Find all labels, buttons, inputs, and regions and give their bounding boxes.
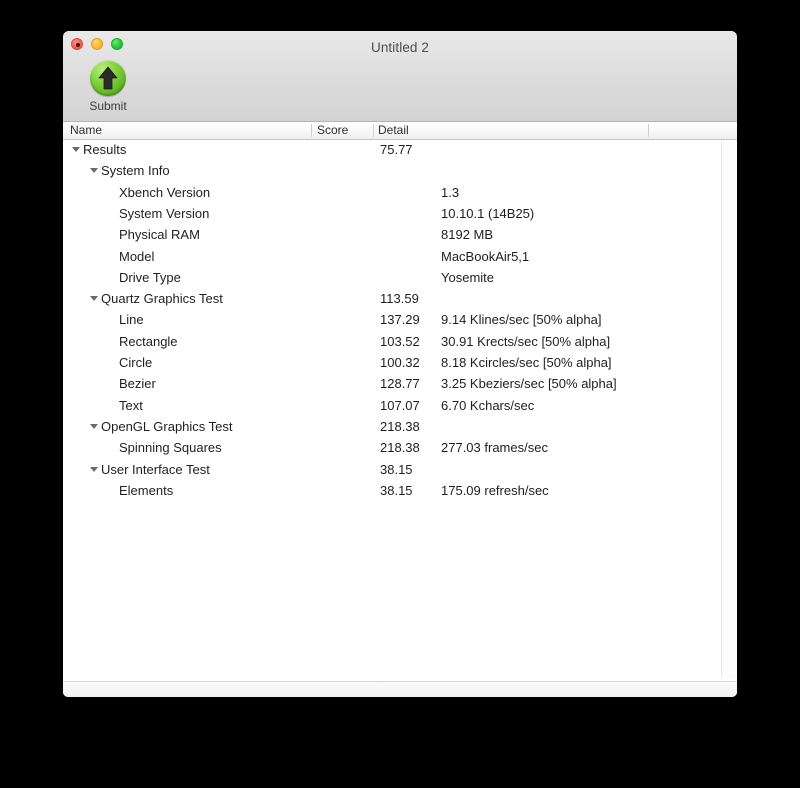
row-name-cell: Circle xyxy=(119,355,153,370)
row-name-cell: Xbench Version xyxy=(119,184,211,200)
row-score-cell: 137.29 xyxy=(380,312,420,328)
row-score-cell: 103.52 xyxy=(380,333,420,349)
vertical-scrollbar[interactable] xyxy=(721,140,737,678)
window-titlebar: Untitled 2 Submit xyxy=(63,31,737,122)
column-header-score[interactable]: Score xyxy=(317,123,348,137)
row-name-cell: Text xyxy=(119,397,143,413)
disclosure-triangle-icon[interactable] xyxy=(90,466,98,472)
row-detail-cell: 3.25 Kbeziers/sec [50% alpha] xyxy=(441,376,617,392)
row-name-cell: Quartz Graphics Test xyxy=(101,291,223,307)
row-detail-cell: 1.3 xyxy=(441,184,460,200)
row-score-cell: 38.15 xyxy=(380,482,413,498)
table-column-header: Name Score Detail xyxy=(63,122,737,140)
row-name-cell: Rectangle xyxy=(119,333,178,349)
row-name-cell: Model xyxy=(119,248,155,264)
row-score-cell: 113.59 xyxy=(380,291,419,307)
row-detail-cell: 30.91 Krects/sec [50% alpha] xyxy=(441,333,611,349)
row-detail-cell: 6.70 Kchars/sec xyxy=(441,397,535,413)
row-name-cell: Physical RAM xyxy=(119,227,200,243)
table-row[interactable]: Model MacBookAir5,1 xyxy=(63,247,721,268)
table-row[interactable]: System Version 10.10.1 (14B25) xyxy=(63,204,721,225)
column-header-name[interactable]: Name xyxy=(70,123,102,137)
table-row[interactable]: Physical RAM 8192 MB xyxy=(63,225,721,246)
window-title: Untitled 2 xyxy=(370,40,430,55)
green-up-arrow-icon xyxy=(90,60,126,96)
disclosure-triangle-icon[interactable] xyxy=(90,168,98,174)
table-row[interactable]: System Info xyxy=(63,161,721,182)
row-detail-cell: 277.03 frames/sec xyxy=(441,440,548,456)
row-score-cell: 100.32 xyxy=(380,355,420,370)
row-name-cell: Line xyxy=(119,312,144,328)
column-divider-1[interactable] xyxy=(311,124,312,137)
table-row[interactable]: Spinning Squares 218.38 277.03 frames/sec xyxy=(63,438,721,459)
row-name-cell: Bezier xyxy=(119,376,156,392)
row-name-cell: System Version xyxy=(119,205,210,221)
table-row[interactable]: Drive Type Yosemite xyxy=(63,268,721,289)
row-score-cell: 218.38 xyxy=(380,440,420,456)
row-name-cell: Elements xyxy=(119,482,174,498)
row-detail-cell: 8.18 Kcircles/sec [50% alpha] xyxy=(441,355,612,370)
column-divider-3[interactable] xyxy=(648,124,649,137)
table-row[interactable]: Elements 38.15 175.09 refresh/sec xyxy=(63,481,721,502)
row-name-cell: OpenGL Graphics Test xyxy=(101,418,233,434)
row-score-cell: 75.77 xyxy=(380,142,413,157)
table-row[interactable]: Results 75.77 xyxy=(63,140,721,161)
disclosure-triangle-icon[interactable] xyxy=(90,296,98,302)
row-detail-cell: 10.10.1 (14B25) xyxy=(441,205,535,221)
results-outline-list: Results 75.77 System Info Xbench Version 1.3… xyxy=(63,140,737,678)
table-row[interactable]: Bezier 128.77 3.25 Kbeziers/sec [50% alpha… xyxy=(63,374,721,395)
table-row[interactable]: Rectangle 103.52 30.91 Krects/sec [50% alp… xyxy=(63,332,721,353)
row-score-cell: 107.07 xyxy=(380,397,420,413)
table-row[interactable]: Circle 100.32 8.18 Kcircles/sec [50% alpha… xyxy=(63,353,721,374)
disclosure-triangle-icon[interactable] xyxy=(72,147,80,152)
row-detail-cell: 9.14 Klines/sec [50% alpha] xyxy=(441,312,602,328)
row-name-cell: User Interface Test xyxy=(101,461,210,477)
xbench-window: Untitled 2 Submit Name Score Detail Resu… xyxy=(63,31,737,697)
up-arrow-glyph xyxy=(98,66,118,90)
row-name-cell: Results xyxy=(83,142,127,157)
row-detail-cell: 175.09 refresh/sec xyxy=(441,482,549,498)
row-name-cell: Drive Type xyxy=(119,269,181,285)
row-score-cell: 38.15 xyxy=(380,461,413,477)
row-detail-cell: Yosemite xyxy=(441,269,494,285)
row-name-cell: Spinning Squares xyxy=(119,440,222,456)
row-detail-cell: MacBookAir5,1 xyxy=(441,248,530,264)
table-row[interactable]: Quartz Graphics Test 113.59 xyxy=(63,289,721,310)
disclosure-triangle-icon[interactable] xyxy=(90,423,98,429)
table-row[interactable]: Line 137.29 9.14 Klines/sec [50% alpha] xyxy=(63,310,721,331)
window-bottom-bar xyxy=(63,681,737,697)
table-row[interactable]: OpenGL Graphics Test 218.38 xyxy=(63,417,721,438)
submit-toolbar-button[interactable]: Submit xyxy=(76,60,140,113)
column-divider-2[interactable] xyxy=(373,124,374,137)
row-score-cell: 128.77 xyxy=(380,376,420,392)
table-row[interactable]: User Interface Test 38.15 xyxy=(63,460,721,481)
row-detail-cell: 8192 MB xyxy=(441,227,494,243)
table-row[interactable]: Text 107.07 6.70 Kchars/sec xyxy=(63,396,721,417)
submit-button-label: Submit xyxy=(89,99,127,113)
column-header-detail[interactable]: Detail xyxy=(378,123,409,137)
table-row[interactable]: Xbench Version 1.3 xyxy=(63,183,721,204)
row-name-cell: System Info xyxy=(101,163,170,179)
row-score-cell: 218.38 xyxy=(380,418,420,434)
